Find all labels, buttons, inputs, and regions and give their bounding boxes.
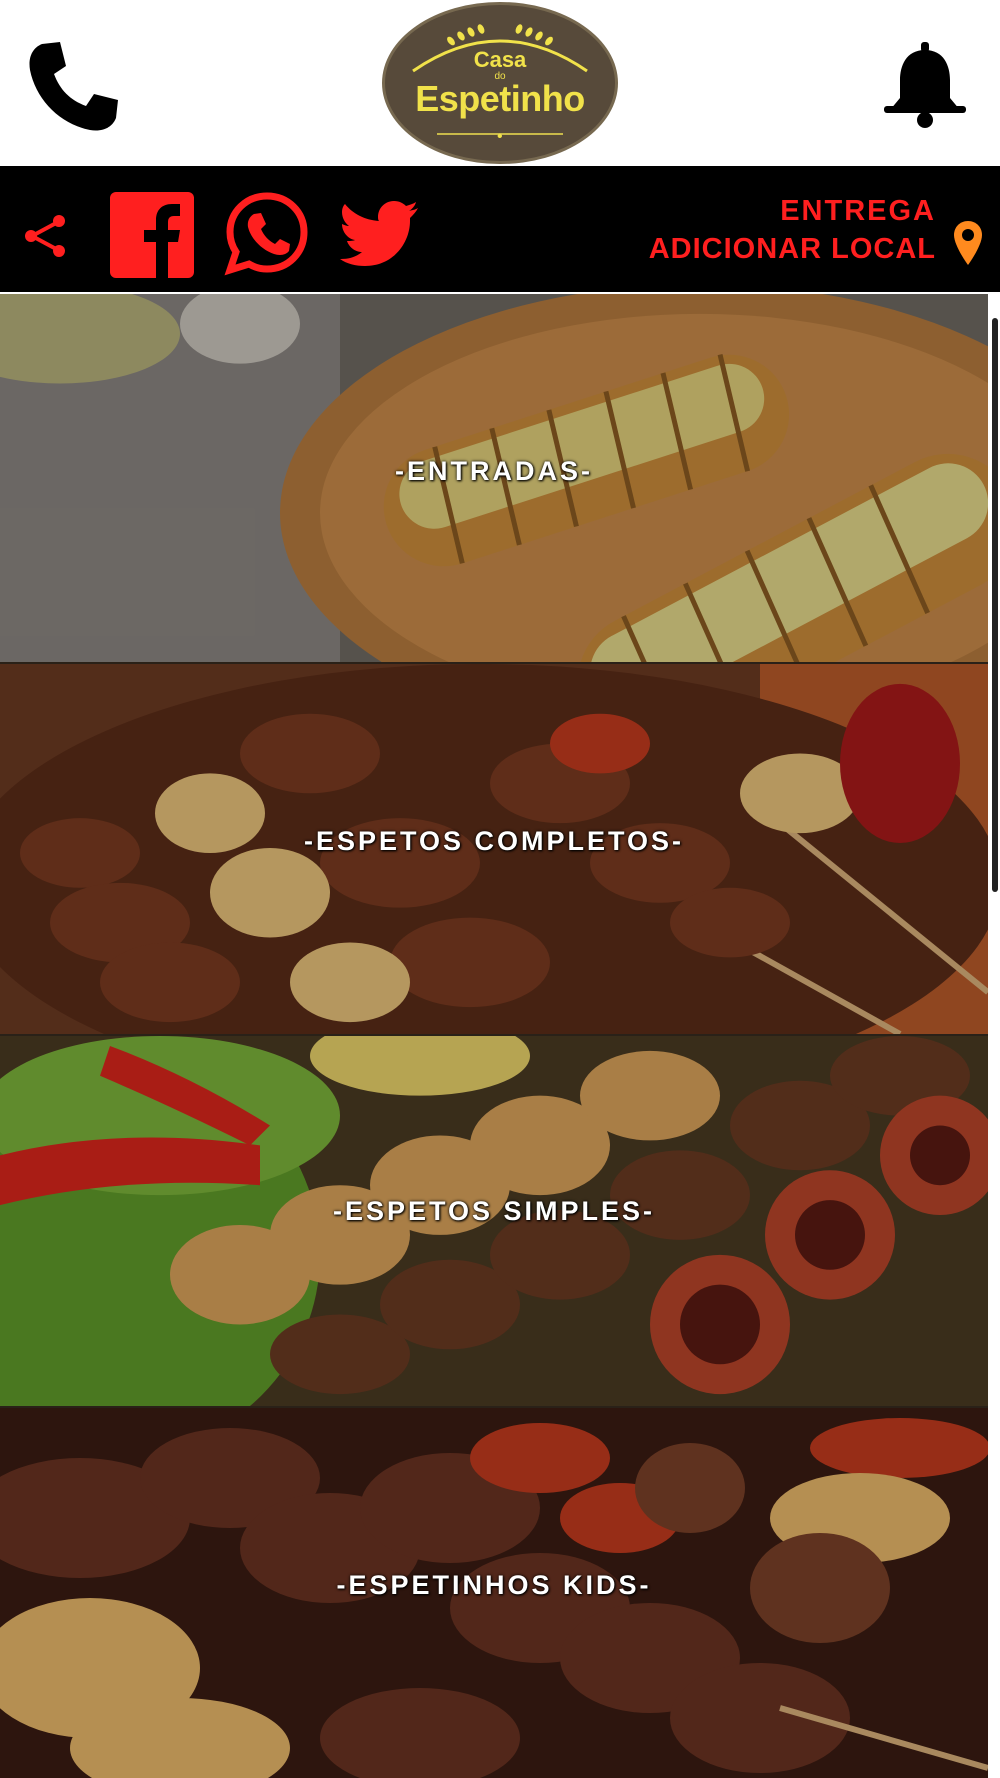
app-header: Casa do Espetinho • [0,0,1000,166]
share-icon[interactable] [22,212,70,260]
category-card-espetos-completos[interactable]: -ESPETOS COMPLETOS- [0,664,988,1036]
scrollbar[interactable] [990,294,1000,1778]
twitter-icon[interactable] [340,198,420,270]
category-label: -ESPETINHOS KIDS- [336,1570,652,1600]
logo-text-espetinho: Espetinho [415,78,585,119]
whatsapp-icon[interactable] [224,190,310,276]
scrollbar-thumb[interactable] [992,318,998,892]
category-card-espetos-simples[interactable]: -ESPETOS SIMPLES- [0,1036,988,1408]
add-location-link[interactable]: ADICIONAR LOCAL [649,232,936,266]
bell-icon[interactable] [880,40,970,130]
category-list: -ENTRADAS- -ESPETOS COMPLETOS- -ESPETOS … [0,294,988,1778]
category-label: -ESPETOS COMPLETOS- [303,826,685,856]
facebook-icon[interactable] [110,192,194,278]
map-pin-icon[interactable] [952,220,984,266]
category-label: -ESPETOS SIMPLES- [332,1196,656,1226]
logo-dot: • [497,128,503,145]
logo-text-casa: Casa [473,47,527,72]
category-card-entradas[interactable]: -ENTRADAS- [0,294,988,664]
brand-logo[interactable]: Casa do Espetinho • [382,2,618,164]
delivery-title[interactable]: ENTREGA [780,194,936,228]
category-card-espetinhos-kids[interactable]: -ESPETINHOS KIDS- [0,1408,988,1778]
phone-icon[interactable] [24,36,124,136]
category-label: -ENTRADAS- [395,456,593,486]
social-bar: ENTREGA ADICIONAR LOCAL [0,166,1000,292]
